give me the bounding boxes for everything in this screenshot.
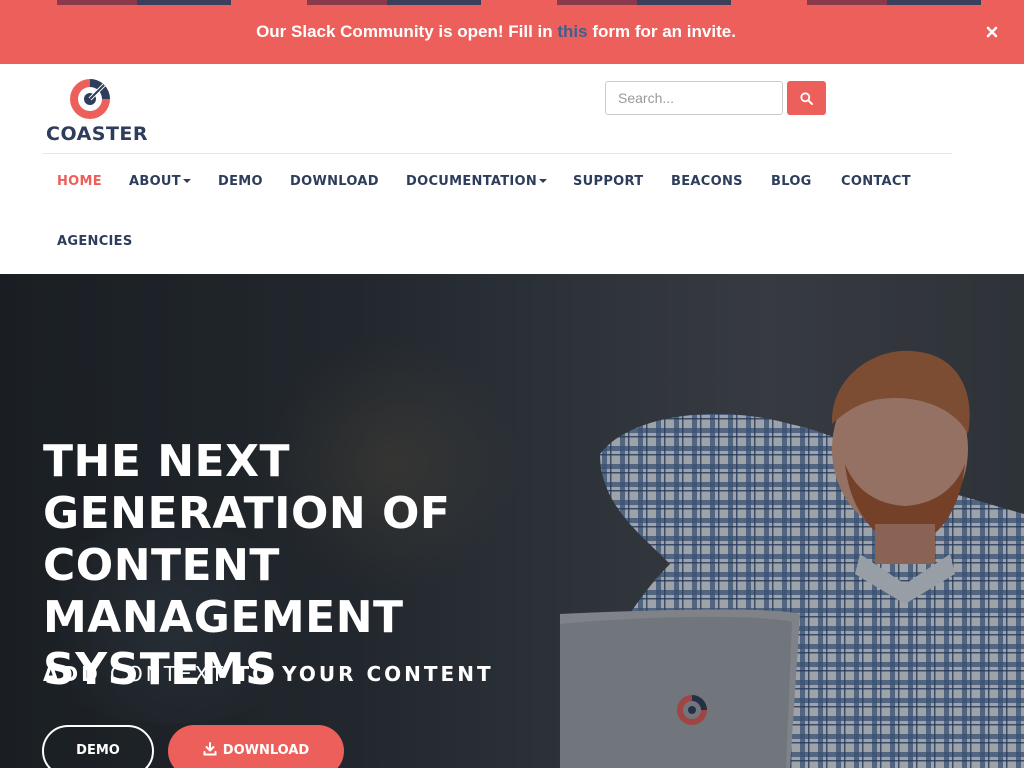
nav-item-blog[interactable]: BLOG [771,174,812,189]
nav-item-label: SUPPORT [573,174,644,189]
announcement-bar: Our Slack Community is open! Fill in thi… [0,0,1024,64]
top-tab [887,0,981,5]
close-icon[interactable] [984,24,1000,40]
top-tab [307,0,387,5]
download-icon [203,742,217,756]
top-tabs [0,0,1024,5]
announcement-message: Our Slack Community is open! Fill in thi… [0,22,992,42]
nav-item-contact[interactable]: CONTACT [841,174,911,189]
nav-item-label: ABOUT [129,174,181,189]
caret-down-icon [182,178,191,183]
logo[interactable]: COASTER [46,77,148,145]
nav-item-label: BEACONS [671,174,743,189]
demo-button-label: DEMO [76,743,120,758]
nav-item-label: DEMO [218,174,263,189]
tagline-word: ADD [43,662,101,686]
nav-item-about[interactable]: ABOUT [129,174,191,189]
announcement-invite-link[interactable]: this [557,22,587,41]
tagline-word: TO YOUR CONTENT [235,662,494,686]
top-tab [637,0,731,5]
demo-button[interactable]: DEMO [42,725,154,768]
nav-item-label: DOWNLOAD [290,174,379,189]
site-header: COASTER HOME ABOUT DEMO DOWNLOAD DOCUMEN… [0,64,1024,274]
header-divider [42,153,952,154]
nav-item-label: DOCUMENTATION [406,174,538,189]
nav-item-download[interactable]: DOWNLOAD [290,174,379,189]
nav-item-demo[interactable]: DEMO [218,174,263,189]
nav-item-support[interactable]: SUPPORT [573,174,643,189]
nav-item-label: BLOG [771,174,812,189]
download-button-label: DOWNLOAD [222,743,310,758]
hero-headline: The next generation of content managemen… [43,436,451,695]
nav-item-home[interactable]: HOME [57,174,102,189]
hero-tagline: ADD CONTEXT TO YOUR CONTENT [43,662,494,686]
search-input[interactable] [605,81,783,115]
coaster-logo-icon [70,79,110,119]
search-button[interactable] [787,81,826,115]
top-tab [387,0,481,5]
logo-text: COASTER [46,123,149,145]
nav-item-label: HOME [57,174,102,189]
top-tab [557,0,637,5]
download-button[interactable]: DOWNLOAD [168,725,344,768]
nav-item-documentation[interactable]: DOCUMENTATION [406,174,548,189]
top-tab [57,0,137,5]
nav-item-label: AGENCIES [57,234,133,249]
tagline-word: CONTEXT [110,662,227,686]
top-tab [807,0,887,5]
search-icon [800,92,813,105]
announcement-text-after: form for an invite. [587,22,736,41]
nav-item-beacons[interactable]: BEACONS [671,174,743,189]
top-tab [137,0,231,5]
caret-down-icon [539,178,548,183]
nav-item-label: CONTACT [841,174,911,189]
announcement-text-before: Our Slack Community is open! Fill in [256,22,558,41]
nav-item-agencies[interactable]: AGENCIES [57,234,133,249]
hero-section: The next generation of content managemen… [0,274,1024,768]
